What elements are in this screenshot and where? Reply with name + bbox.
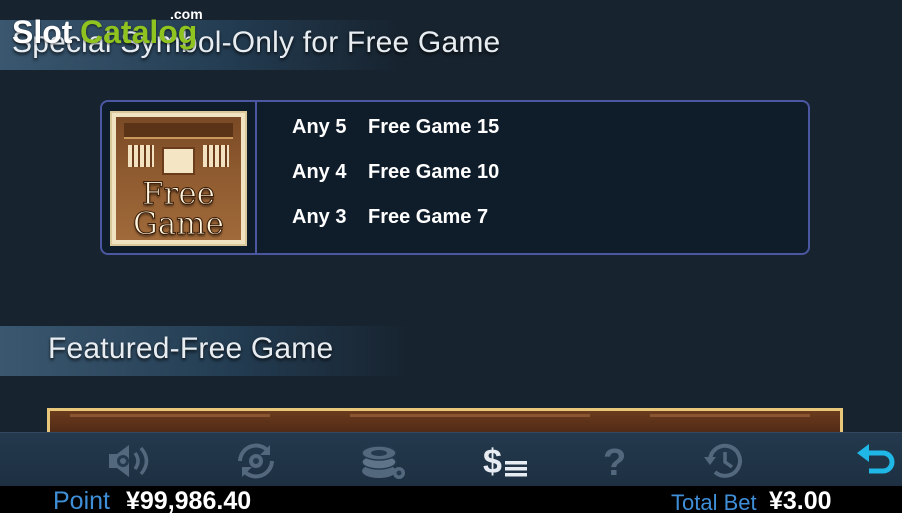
paytable-count: Any 3 [292,206,347,228]
symbol-label-line1: Free [141,176,216,212]
paytable-row: Any 4 Free Game 10 [292,161,499,184]
paytable-divider [255,102,257,253]
paytable-button[interactable]: $ [481,441,531,481]
history-button[interactable] [699,441,749,481]
back-icon [857,444,895,474]
preview-beam [70,414,270,417]
paytable-icon: $ [483,443,527,481]
free-game-symbol: Free Game [110,111,247,246]
preview-beam [350,414,590,417]
game-toolbar: $ ? [0,432,902,486]
symbol-artwork: Free Game [116,117,241,240]
section-title-featured: Featured-Free Game [48,332,334,365]
paytable-reward: Free Game 15 [368,116,500,138]
symbol-window-right [203,145,229,167]
sound-icon [109,445,149,477]
autoplay-button[interactable] [231,441,281,481]
paytable-count: Any 4 [292,161,347,183]
free-game-paytable: Free Game Any 5 Free Game 15 Any 4 Free Ga… [100,100,810,255]
chips-button[interactable] [358,441,408,481]
symbol-label-line2: Game [133,206,225,240]
paytable-count: Any 5 [292,116,347,138]
paytable-row: Any 3 Free Game 7 [292,206,488,229]
paytable-reward: Free Game 10 [368,161,500,183]
logo-com-text: .com [170,6,203,22]
help-icon: ? [603,442,626,481]
total-bet-value: ¥3.00 [769,487,832,513]
symbol-roof [124,123,233,139]
paytable-reward: Free Game 7 [368,206,489,228]
paytable-page: Special Symbol-Only for Free Game Slot C… [0,0,902,513]
point-balance: ¥99,986.40 [126,487,252,513]
preview-beam [650,414,810,417]
sound-button[interactable] [106,441,156,481]
paytable-row: Any 5 Free Game 15 [292,116,499,139]
symbol-door [162,147,195,175]
total-bet-label: Total Bet [671,490,757,513]
back-button[interactable] [852,441,902,481]
logo-slot-text: Slot [12,14,73,50]
autoplay-icon [238,443,274,479]
point-label: Point [53,487,110,513]
symbol-window-left [128,145,154,167]
svg-text:?: ? [603,442,626,481]
status-bar: Point ¥99,986.40 Total Bet ¥3.00 [0,486,902,513]
svg-text:$: $ [483,443,502,481]
help-button[interactable]: ? [590,441,640,481]
history-icon [704,443,742,478]
chips-icon [361,445,405,479]
